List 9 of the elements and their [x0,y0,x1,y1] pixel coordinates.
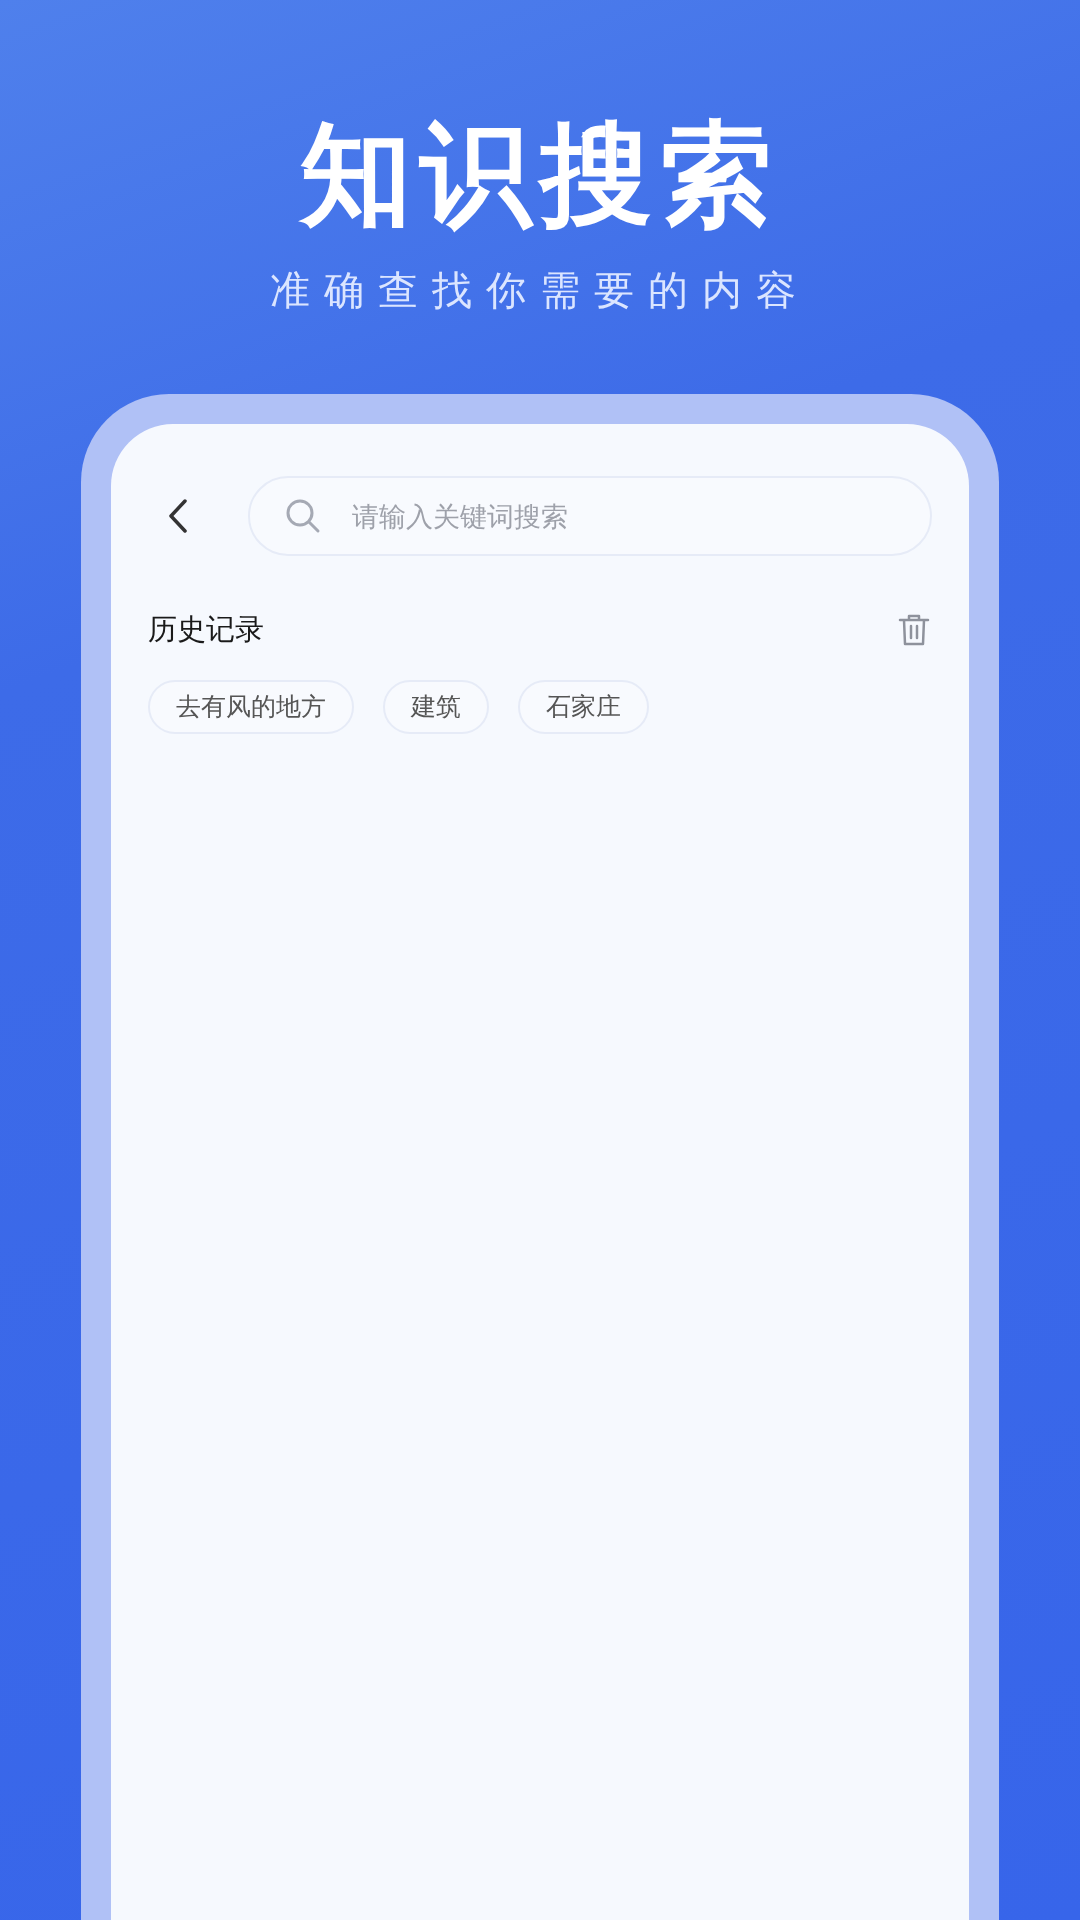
search-icon [284,497,322,535]
subtitle: 准确查找你需要的内容 [270,270,810,310]
back-icon [167,498,189,534]
history-chip[interactable]: 建筑 [383,679,489,734]
trash-icon [898,612,930,647]
history-chip[interactable]: 去有风的地方 [148,679,354,734]
history-title: 历史记录 [148,611,264,648]
search-field[interactable]: 请输入关键词搜索 [248,476,932,556]
history-chip[interactable]: 石家庄 [518,679,649,734]
